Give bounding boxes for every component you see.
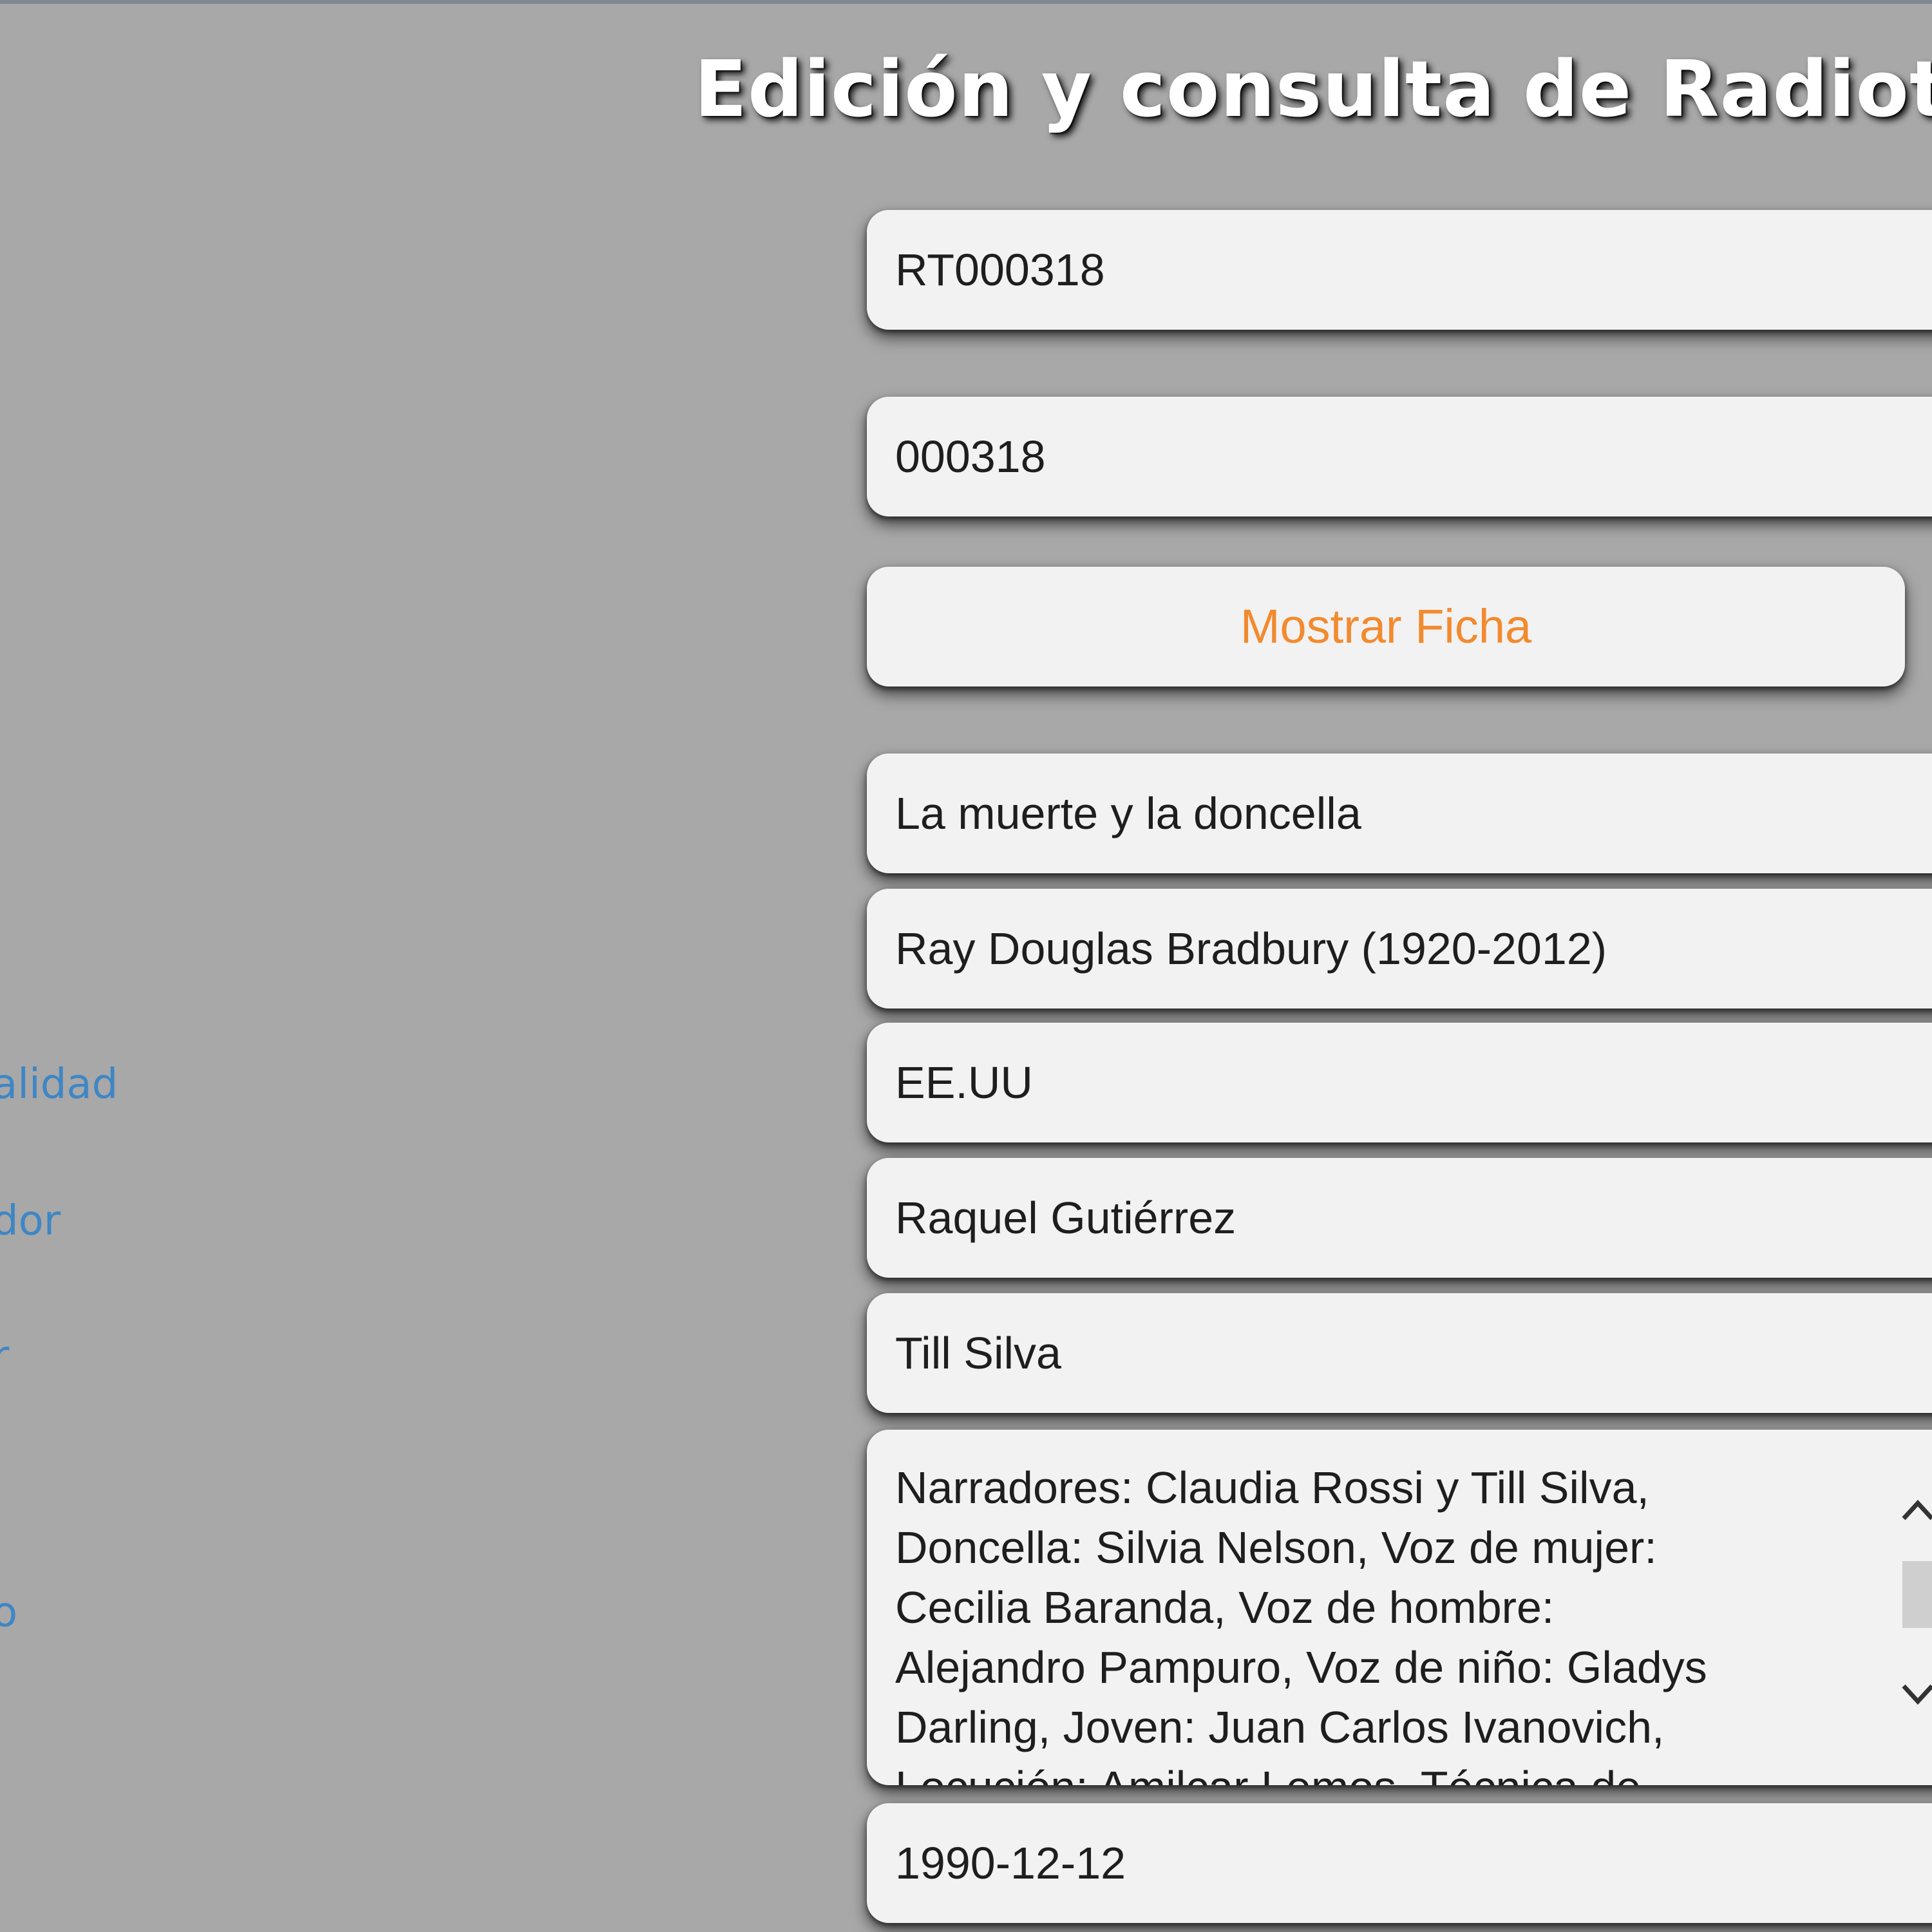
cast-textarea[interactable]: Narradores: Claudia Rossi y Till Silva, …: [867, 1430, 1932, 1785]
cast-line: Doncella: Silvia Nelson, Voz de mujer:: [895, 1522, 1657, 1573]
cast-line: Locución: Amilcar Lemos, Técnica de: [895, 1757, 1932, 1785]
label-reparto: o: [0, 1589, 18, 1636]
label-nacionalidad: alidad: [0, 1061, 118, 1108]
number-field[interactable]: 000318: [867, 397, 1932, 516]
chevron-down-icon[interactable]: [1899, 1674, 1932, 1713]
cast-line: Darling, Joven: Juan Carlos Ivanovich,: [895, 1702, 1665, 1752]
page-title: Edición y consulta de Radiote: [694, 45, 1932, 135]
adapter-field[interactable]: Raquel Gutiérrez: [867, 1158, 1932, 1278]
scrollbar-thumb[interactable]: [1902, 1561, 1932, 1628]
nationality-field[interactable]: EE.UU: [867, 1023, 1932, 1142]
director-field[interactable]: Till Silva: [867, 1293, 1932, 1413]
show-record-button[interactable]: Mostrar Ficha: [867, 567, 1905, 687]
label-director: r: [0, 1332, 10, 1380]
cast-line: Narradores: Claudia Rossi y Till Silva,: [895, 1463, 1649, 1513]
author-field[interactable]: Ray Douglas Bradbury (1920-2012): [867, 889, 1932, 1009]
cast-text: Narradores: Claudia Rossi y Till Silva, …: [895, 1458, 1932, 1785]
cast-line: Cecilia Baranda, Voz de hombre:: [895, 1582, 1555, 1633]
cast-line: Alejandro Pampuro, Voz de niño: Gladys: [895, 1642, 1707, 1692]
label-adaptador: dor: [0, 1197, 61, 1245]
title-field[interactable]: La muerte y la doncella: [867, 753, 1932, 873]
top-border: [0, 0, 1932, 4]
date-field[interactable]: 1990-12-12: [867, 1803, 1932, 1923]
chevron-up-icon[interactable]: [1899, 1492, 1932, 1530]
code-field[interactable]: RT000318: [867, 210, 1932, 330]
